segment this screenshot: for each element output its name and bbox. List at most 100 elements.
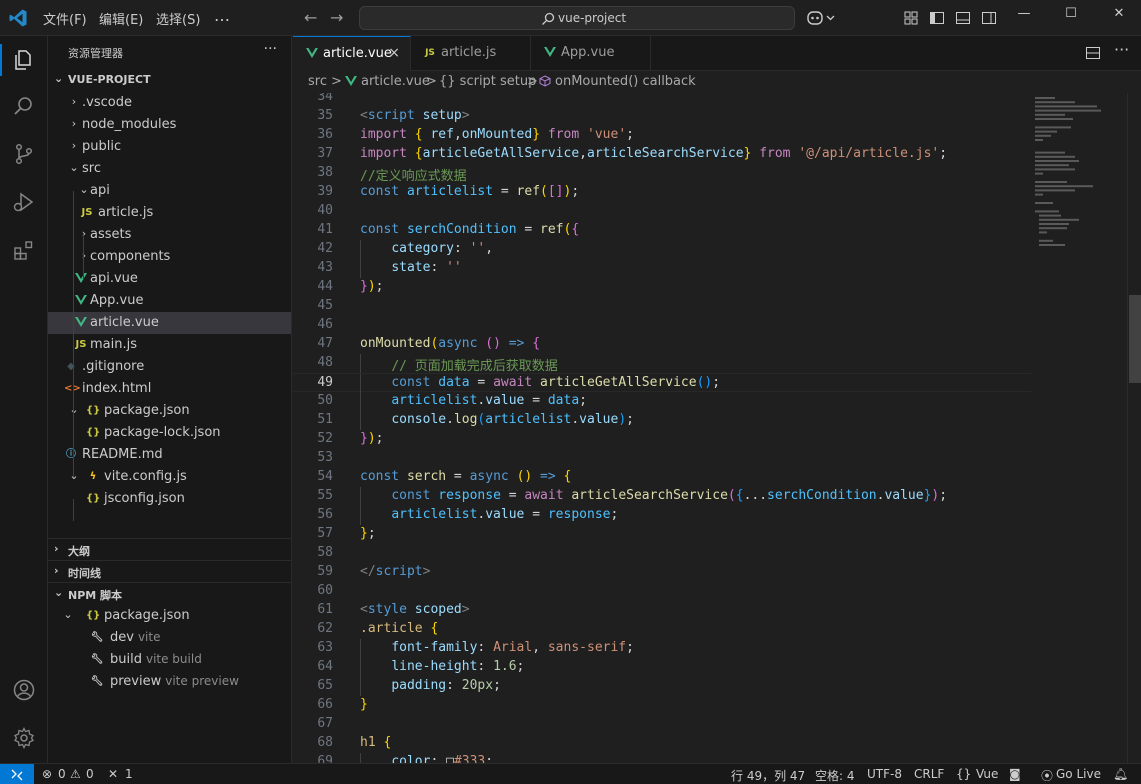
editor-more-icon[interactable]: ···: [1114, 40, 1130, 59]
remote-indicator[interactable]: [0, 764, 34, 784]
tree-item-package-json[interactable]: ⌄ {} package.json: [48, 400, 291, 422]
error-count[interactable]: 0: [58, 767, 66, 781]
search-view-icon[interactable]: [12, 94, 36, 118]
tree-item-vite-config-js[interactable]: ⌄ ϟ vite.config.js: [48, 466, 291, 488]
back-arrow-icon[interactable]: ←: [304, 8, 317, 27]
error-icon[interactable]: ⊗: [42, 767, 52, 781]
menu-selection[interactable]: 选择(S): [156, 9, 200, 28]
language-mode[interactable]: Vue: [976, 767, 998, 781]
minimap[interactable]: [1031, 93, 1127, 763]
indentation[interactable]: 空格: 4: [815, 767, 855, 784]
line-ending[interactable]: CRLF: [914, 767, 944, 781]
code-token: 'vue': [587, 127, 627, 142]
menu-edit[interactable]: 编辑(E): [99, 9, 143, 28]
tree-item-gitignore[interactable]: ◆ .gitignore: [48, 356, 291, 378]
tab-article-js[interactable]: JS article.js: [411, 36, 531, 71]
tree-item-article-vue[interactable]: article.vue: [48, 312, 291, 334]
forward-arrow-icon[interactable]: →: [330, 8, 343, 27]
npm-package-json[interactable]: ⌄ {} package.json: [48, 605, 291, 627]
npm-script-build[interactable]: 🔧︎ build vite build: [48, 649, 291, 671]
project-section-header[interactable]: ⌄ VUE-PROJECT: [48, 69, 292, 91]
tree-item-jsconfig-json[interactable]: {} jsconfig.json: [48, 488, 291, 510]
ports-icon[interactable]: ✕: [108, 767, 118, 781]
code-token: value: [884, 488, 924, 503]
copilot-status-icon[interactable]: ◙: [1009, 767, 1021, 781]
tree-item-article-js[interactable]: JS article.js: [48, 202, 291, 224]
npm-script-preview[interactable]: 🔧︎ preview vite preview: [48, 671, 291, 693]
notifications-bell-icon[interactable]: 🔔︎: [1113, 767, 1128, 781]
js-file-icon: JS: [81, 207, 93, 218]
explorer-icon[interactable]: [12, 48, 36, 72]
minimize-icon[interactable]: —: [1014, 6, 1034, 26]
code-line: 62 .article {: [293, 620, 1033, 639]
toggle-primary-sidebar-icon[interactable]: [929, 10, 945, 26]
sidebar-more-icon[interactable]: ···: [264, 41, 277, 57]
npm-scripts-section-header[interactable]: ⌄ NPM 脚本: [48, 583, 292, 605]
close-tab-icon[interactable]: ×: [388, 45, 400, 61]
vertical-scrollbar[interactable]: [1127, 93, 1141, 763]
tree-item-api[interactable]: ⌄ api: [48, 180, 291, 202]
outline-section-header[interactable]: › 大纲: [48, 539, 292, 561]
extensions-icon[interactable]: [12, 238, 36, 262]
scrollbar-thumb[interactable]: [1129, 295, 1141, 383]
minimap-line: [1039, 231, 1047, 234]
menu-file[interactable]: 文件(F): [43, 9, 87, 28]
code-token: (): [485, 336, 501, 351]
tree-item-app-vue[interactable]: App.vue: [48, 290, 291, 312]
account-icon[interactable]: [12, 678, 36, 702]
code-token: async: [469, 469, 509, 484]
code-editor[interactable]: 34 35 <script setup> 36 import { ref,onMount…: [293, 93, 1141, 763]
go-live-icon[interactable]: ⦿: [1041, 767, 1053, 784]
tree-item-package-lock-json[interactable]: {} package-lock.json: [48, 422, 291, 444]
code-token: log: [453, 412, 478, 427]
close-window-icon[interactable]: ✕: [1109, 6, 1129, 26]
warning-icon[interactable]: ⚠: [70, 767, 81, 781]
command-center-search[interactable]: vue-project: [359, 6, 795, 30]
braces-icon[interactable]: {}: [956, 767, 971, 781]
timeline-section-header[interactable]: › 时间线: [48, 561, 292, 583]
tree-item-api-vue[interactable]: api.vue: [48, 268, 291, 290]
tree-item-public[interactable]: › public: [48, 136, 291, 158]
tree-item-label: article.vue: [90, 315, 159, 330]
breadcrumb-src[interactable]: src: [308, 74, 327, 89]
tree-item-label: src: [82, 161, 101, 176]
tree-item-vscode[interactable]: › .vscode: [48, 92, 291, 114]
code-token: // 页面加载完成后获取数据: [391, 359, 558, 374]
tree-item-index-html[interactable]: <>index.html: [48, 378, 291, 400]
go-live-button[interactable]: Go Live: [1056, 767, 1101, 781]
code-token: serchCondition: [767, 488, 877, 503]
tree-item-main-js[interactable]: JS main.js: [48, 334, 291, 356]
encoding[interactable]: UTF-8: [867, 767, 902, 781]
split-editor-icon[interactable]: [1085, 45, 1101, 61]
outline-label: 大纲: [68, 545, 90, 558]
toggle-panel-icon[interactable]: [955, 10, 971, 26]
menu-more[interactable]: …: [214, 6, 231, 25]
tab-article-vue[interactable]: article.vue ×: [293, 36, 411, 71]
ports-count[interactable]: 1: [125, 767, 133, 781]
tree-item-assets[interactable]: › assets: [48, 224, 291, 246]
copilot-icon[interactable]: [806, 9, 838, 27]
breadcrumb-file[interactable]: article.vue: [361, 74, 430, 89]
breadcrumb-script-setup[interactable]: {} script setup: [439, 74, 536, 89]
source-control-icon[interactable]: [12, 142, 36, 166]
breadcrumb-callback[interactable]: onMounted() callback: [555, 74, 696, 89]
run-debug-icon[interactable]: [12, 190, 36, 214]
chevron-down-icon: ⌄: [69, 161, 79, 174]
code-token: =: [524, 507, 548, 522]
tree-item-src[interactable]: ⌄ src: [48, 158, 291, 180]
warning-count[interactable]: 0: [86, 767, 94, 781]
tree-item-node-modules[interactable]: › node_modules: [48, 114, 291, 136]
settings-gear-icon[interactable]: [12, 726, 36, 750]
line-number: 60: [317, 583, 333, 598]
cursor-position[interactable]: 行 49，列 47: [731, 767, 805, 784]
toggle-secondary-sidebar-icon[interactable]: [981, 10, 997, 26]
tree-item-components[interactable]: › components: [48, 246, 291, 268]
tab-App-vue[interactable]: App.vue: [531, 36, 651, 71]
npm-script-dev[interactable]: 🔧︎ dev vite: [48, 627, 291, 649]
tree-item-readme-md[interactable]: ⓘ README.md: [48, 444, 291, 466]
customize-layout-icon[interactable]: [903, 10, 919, 26]
maximize-icon[interactable]: ☐: [1061, 6, 1081, 26]
